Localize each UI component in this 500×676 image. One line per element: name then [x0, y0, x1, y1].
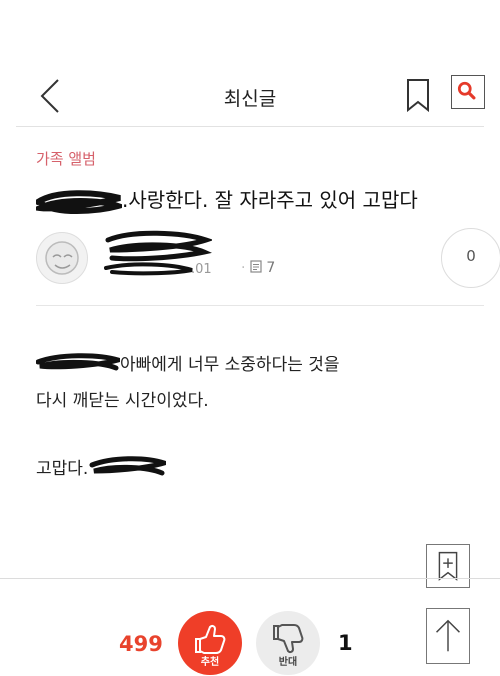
- redacted-scribble: [89, 456, 167, 476]
- recommend-label: 추천: [200, 657, 220, 668]
- post-headline-text: .사랑한다. 잘 자라주고 있어 고맙다: [122, 188, 418, 212]
- comment-count-value: 7: [266, 260, 276, 276]
- post-date: .01: [191, 262, 212, 277]
- search-button[interactable]: [451, 75, 485, 109]
- scroll-top-button[interactable]: [426, 608, 470, 664]
- recommend-button[interactable]: 추천: [178, 611, 242, 675]
- bookmark-plus-icon: [438, 551, 458, 581]
- bookmark-add-button[interactable]: [426, 544, 470, 588]
- oppose-button[interactable]: 반대: [256, 611, 320, 675]
- header-divider: [16, 126, 484, 127]
- meta-divider: [36, 305, 484, 306]
- redacted-scribble: [36, 189, 122, 214]
- post-category[interactable]: 가족 앨범: [36, 148, 96, 169]
- post-meta: .01 · 7 0: [36, 228, 500, 288]
- oppose-label: 반대: [278, 657, 298, 668]
- avatar-face-icon: [45, 241, 79, 275]
- recommend-count: 499: [119, 632, 163, 656]
- comment-button[interactable]: 0: [441, 228, 500, 288]
- body-line-1: 아빠에게 너무 소중하다는 것을: [36, 350, 340, 375]
- comment-button-count: 0: [466, 247, 476, 265]
- redacted-scribble: [36, 353, 120, 371]
- top-bar: 최신글: [0, 60, 500, 130]
- bookmark-icon[interactable]: [405, 78, 431, 112]
- post-headline: .사랑한다. 잘 자라주고 있어 고맙다: [36, 184, 496, 216]
- document-icon: [250, 260, 262, 273]
- avatar[interactable]: [36, 232, 88, 284]
- body-text-3: 고맙다.: [36, 459, 89, 479]
- search-icon: [457, 81, 476, 100]
- bottom-divider: [0, 578, 500, 579]
- body-line-3: 고맙다.: [36, 454, 167, 479]
- arrow-up-icon: [436, 619, 460, 652]
- body-line-2: 다시 깨닫는 시간이었다.: [36, 391, 209, 411]
- oppose-count: 1: [338, 631, 353, 655]
- body-text-1: 아빠에게 너무 소중하다는 것을: [120, 355, 340, 375]
- comment-count: · 7: [241, 260, 276, 276]
